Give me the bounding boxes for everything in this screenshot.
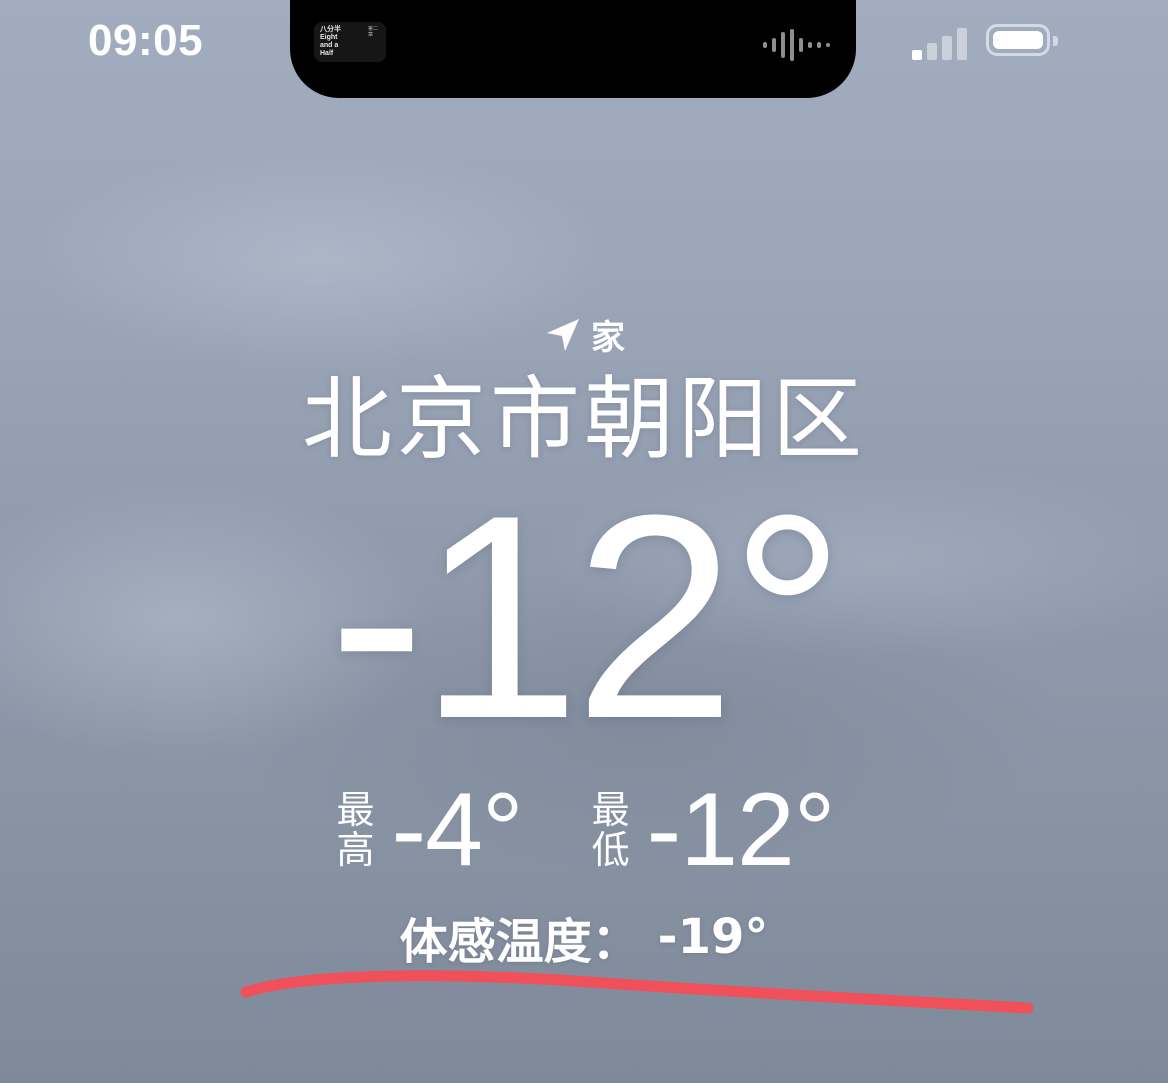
red-underline-annotation xyxy=(240,970,1034,1014)
